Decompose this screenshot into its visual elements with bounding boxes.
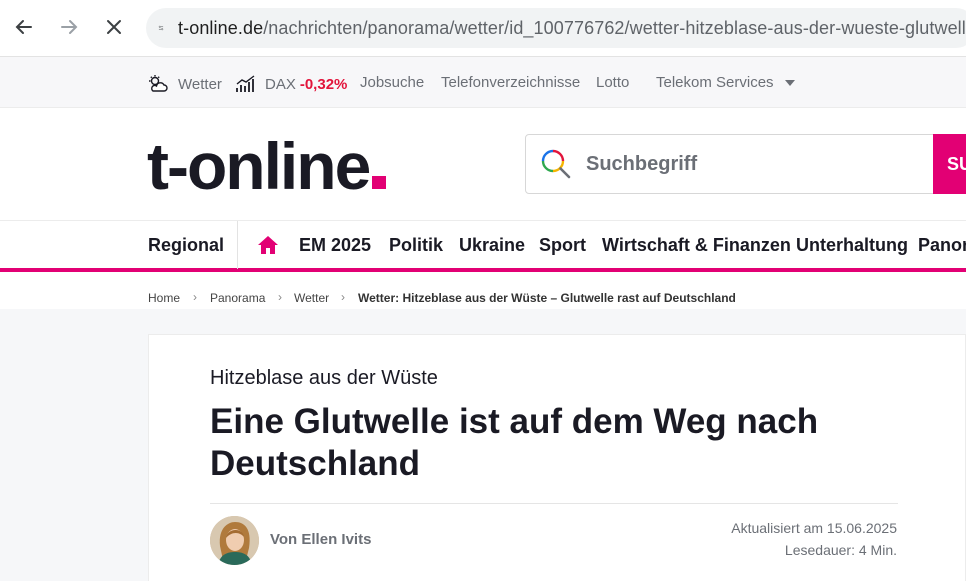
weather-label: Wetter: [178, 75, 222, 93]
address-bar[interactable]: t-online.de/nachrichten/panorama/wetter/…: [146, 8, 966, 48]
url-host: t-online.de: [178, 17, 264, 38]
logo-text: t-online: [147, 129, 371, 203]
nav-item-politik[interactable]: Politik: [389, 235, 443, 256]
article-kicker: Hitzeblase aus der Wüste: [210, 367, 438, 389]
nav-item-regional[interactable]: Regional: [148, 235, 224, 256]
dax-label: DAX: [265, 75, 296, 93]
url-path: /nachrichten/panorama/wetter/id_10077676…: [263, 17, 966, 38]
chevron-right-icon: ›: [193, 290, 197, 304]
close-icon: [107, 20, 121, 34]
author-name[interactable]: Von Ellen Ivits: [270, 531, 371, 548]
telekom-services-dropdown[interactable]: Telekom Services: [656, 74, 796, 91]
jobsuche-link[interactable]: Jobsuche: [360, 74, 424, 91]
lotto-link[interactable]: Lotto: [596, 74, 629, 91]
logo-dot: [372, 176, 387, 189]
article-card: Hitzeblase aus der Wüste Eine Glutwelle …: [148, 334, 966, 581]
article-updated-date: Aktualisiert am 15.06.2025: [731, 520, 897, 536]
author-portrait-icon: [210, 516, 259, 565]
url-text: t-online.de/nachrichten/panorama/wetter/…: [178, 18, 966, 39]
nav-item-sport[interactable]: Sport: [539, 235, 586, 256]
browser-toolbar: t-online.de/nachrichten/panorama/wetter/…: [0, 0, 966, 57]
article-reading-time: Lesedauer: 4 Min.: [784, 542, 897, 558]
breadcrumb-panorama[interactable]: Panorama: [210, 291, 265, 305]
chevron-right-icon: ›: [341, 290, 345, 304]
breadcrumb-current: Wetter: Hitzeblase aus der Wüste – Glutw…: [358, 291, 736, 305]
home-icon: [258, 236, 278, 254]
stock-chart-icon: [236, 75, 255, 92]
breadcrumb: Home › Panorama › Wetter › Wetter: Hitze…: [0, 276, 966, 309]
breadcrumb-home[interactable]: Home: [148, 291, 180, 305]
weather-link[interactable]: Wetter: [147, 74, 222, 94]
dax-value: -0,32%: [299, 75, 348, 93]
t-online-logo[interactable]: t-online: [147, 126, 387, 206]
breadcrumb-wetter[interactable]: Wetter: [294, 291, 329, 305]
nav-divider: [237, 221, 238, 269]
nav-item-em-2025[interactable]: EM 2025: [299, 235, 371, 256]
telefonverzeichnisse-link[interactable]: Telefonverzeichnisse: [441, 74, 580, 91]
nav-item-panorama[interactable]: Panora: [918, 235, 966, 256]
chevron-right-icon: ›: [278, 290, 282, 304]
dax-link[interactable]: DAX -0,32%: [235, 74, 347, 94]
author-avatar[interactable]: [210, 516, 259, 565]
article-divider: [210, 503, 898, 504]
caret-down-icon: [784, 79, 795, 86]
search-button[interactable]: SU: [933, 134, 966, 194]
main-navigation: Regional EM 2025 Politik Ukraine Sport W…: [0, 220, 966, 272]
back-button[interactable]: [9, 12, 39, 42]
search-icon: [541, 149, 571, 179]
nav-item-unterhaltung[interactable]: Unterhaltung: [796, 235, 908, 256]
nav-item-home[interactable]: [257, 234, 279, 261]
search-placeholder: Suchbegriff: [586, 152, 698, 175]
arrow-left-icon: [15, 20, 32, 34]
forward-button[interactable]: [54, 12, 84, 42]
search-input[interactable]: Suchbegriff: [525, 134, 945, 194]
article-headline: Eine Glutwelle ist auf dem Weg nach Deut…: [210, 402, 819, 483]
site-header: t-online Suchbegriff SU: [0, 108, 966, 220]
telekom-services-label: Telekom Services: [656, 74, 774, 91]
nav-item-ukraine[interactable]: Ukraine: [459, 235, 525, 256]
stop-loading-button[interactable]: [99, 12, 129, 42]
service-bar: Wetter DAX -0,32% Jobsuche Telefonverzei…: [0, 57, 966, 108]
weather-cloud-sun-icon: [149, 75, 168, 92]
arrow-right-icon: [61, 20, 78, 34]
nav-item-wirtschaft-finanzen[interactable]: Wirtschaft & Finanzen: [602, 235, 791, 256]
site-settings-icon[interactable]: [158, 18, 164, 38]
